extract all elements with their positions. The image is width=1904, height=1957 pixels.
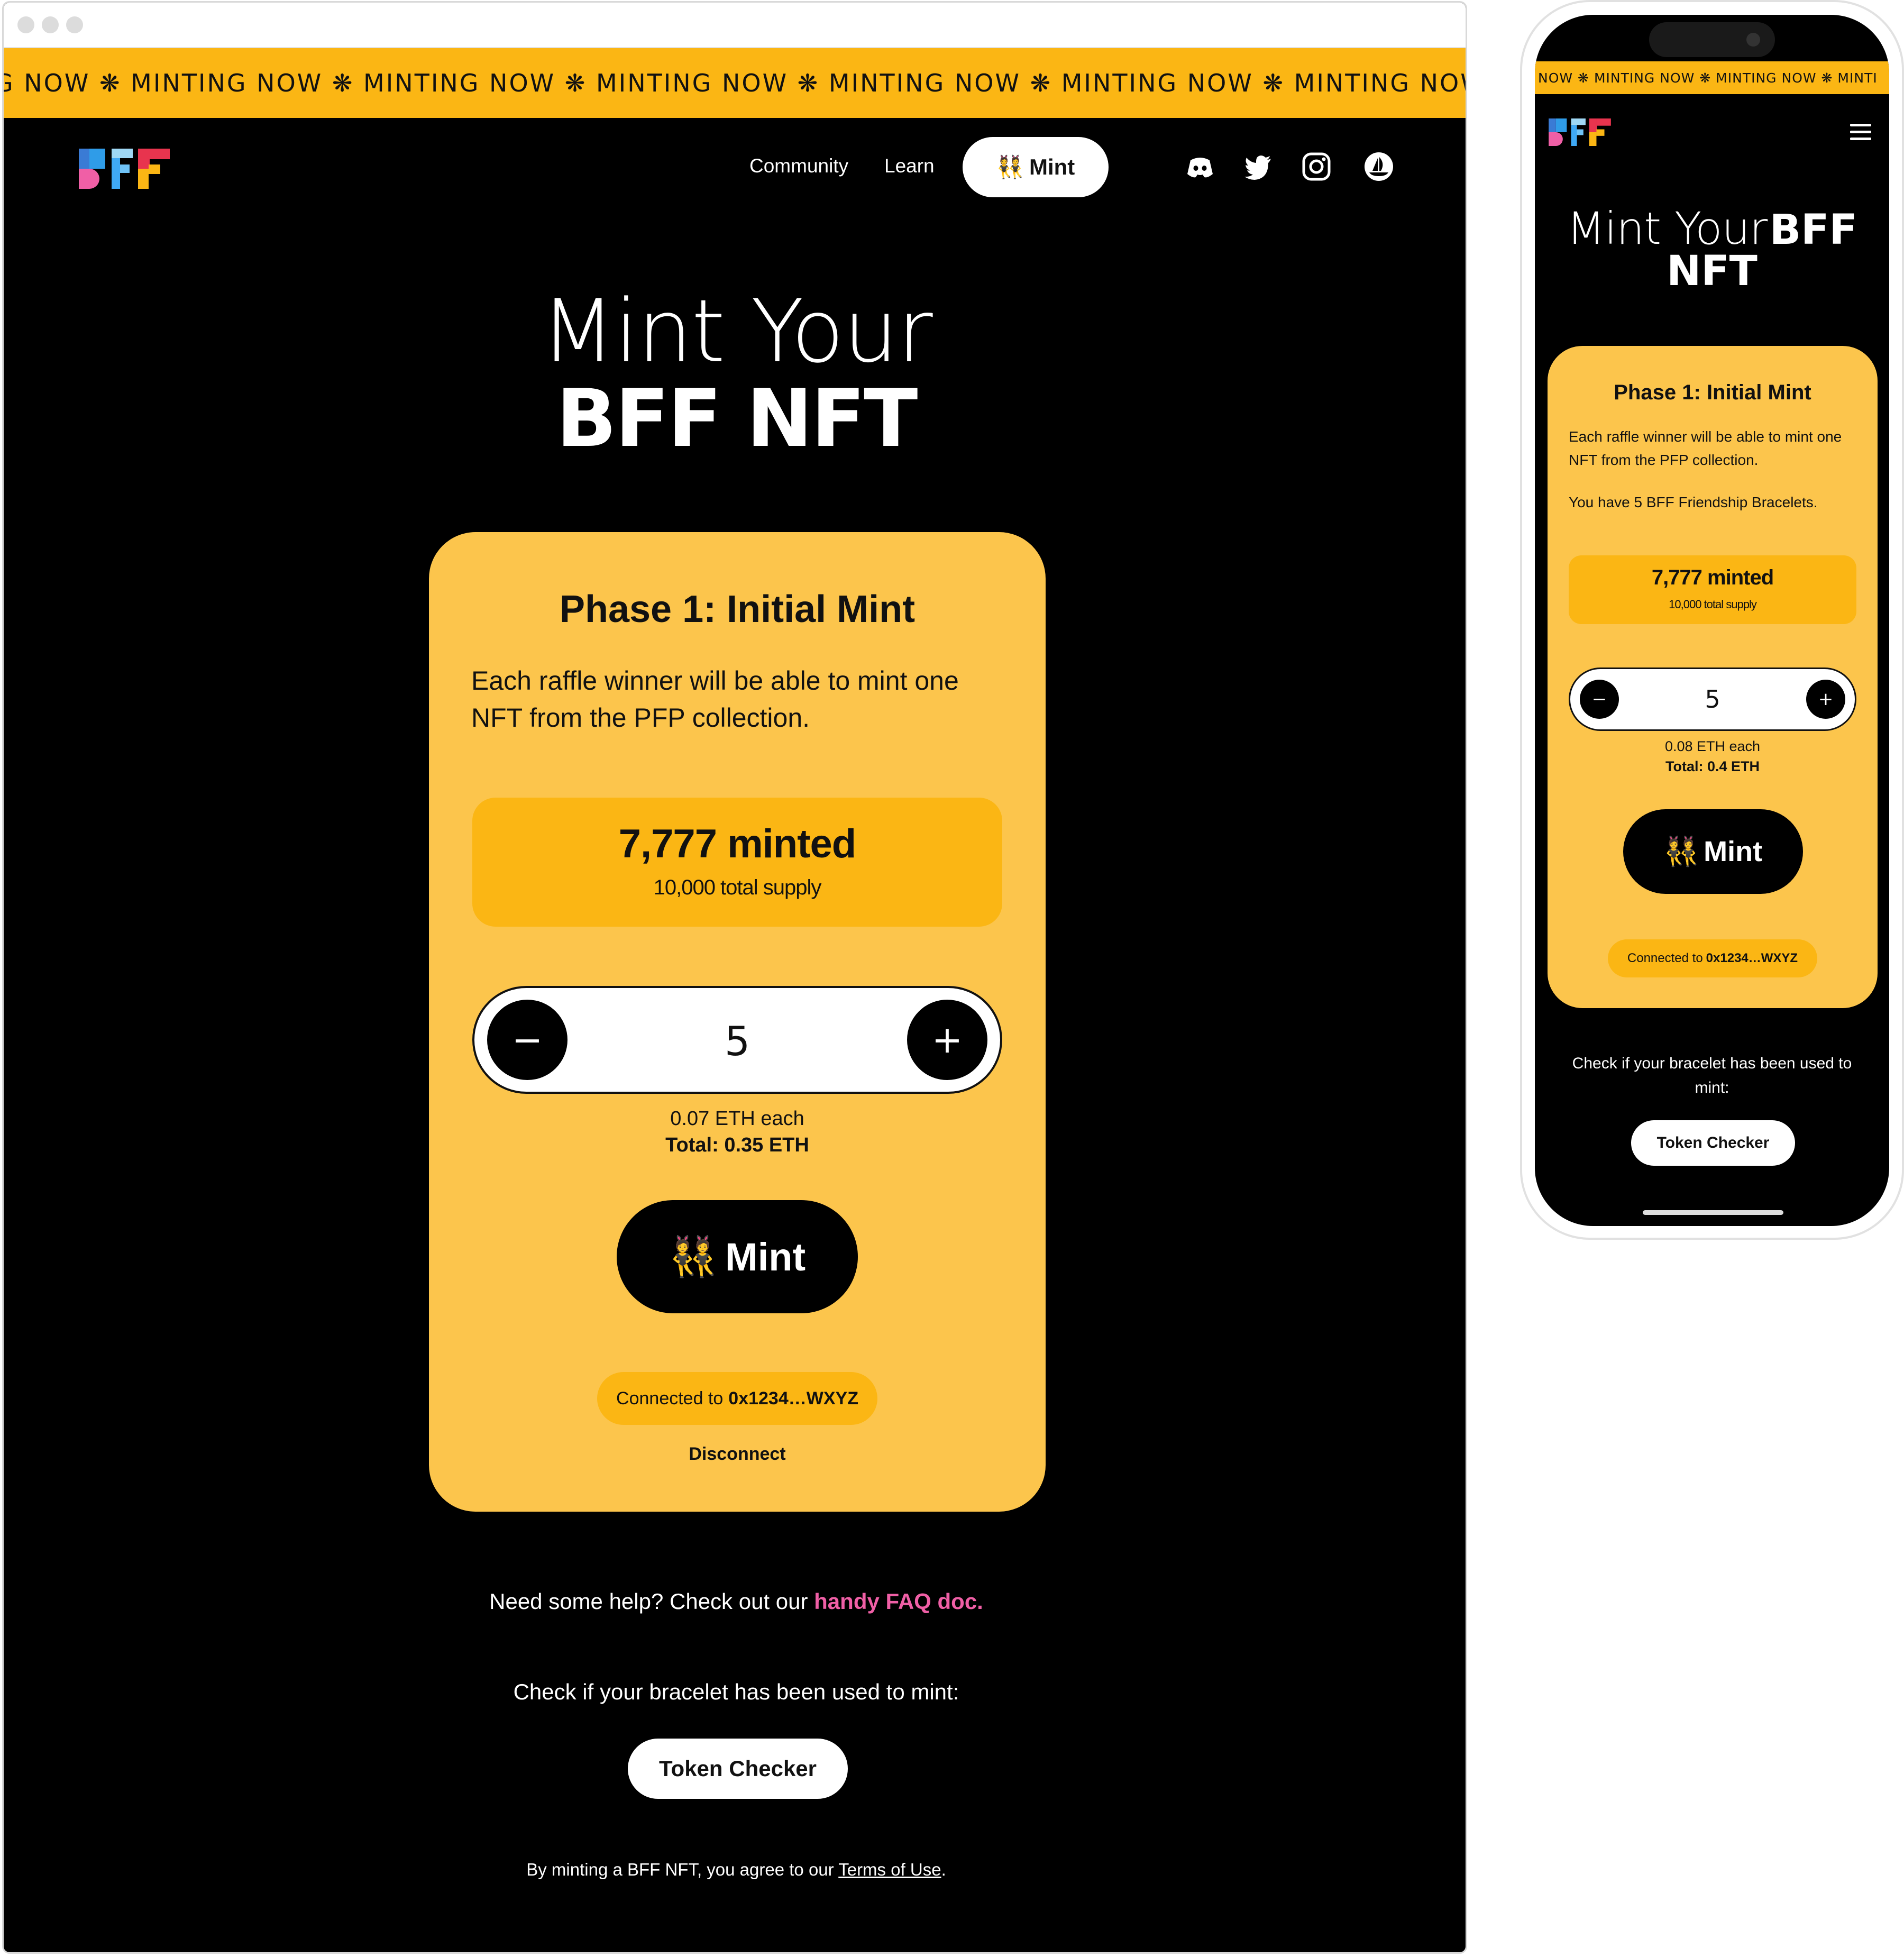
mobile-mint-label: Mint — [1704, 836, 1763, 867]
twitter-icon[interactable] — [1242, 151, 1274, 182]
site-header: Community Learn 👯 Mint — [4, 118, 1466, 218]
mobile-bff-logo[interactable] — [1546, 118, 1613, 146]
browser-title-bar — [4, 3, 1466, 48]
title-line-bff-nft: BFF NFT — [556, 373, 918, 465]
dancers-icon: 👯 — [669, 1233, 718, 1279]
price-total: Total: 0.35 ETH — [665, 1134, 809, 1156]
minted-count: 7,777 minted — [618, 821, 856, 866]
mobile-mint-card: Phase 1: Initial Mint Each raffle winner… — [1548, 346, 1878, 1008]
price-each: 0.07 ETH each — [670, 1108, 804, 1130]
bracelet-count-text: You have 5 BFF Friendship Bracelets. — [1569, 494, 1818, 510]
wallet-address: 0x1234…WXYZ — [728, 1388, 858, 1409]
mint-button-label: Mint — [725, 1234, 806, 1279]
bracelet-check-text: Check if your bracelet has been used to … — [513, 1679, 959, 1704]
nav-mint-button[interactable]: 👯 Mint — [963, 137, 1109, 197]
mobile-token-checker-button[interactable]: Token Checker — [1631, 1120, 1795, 1166]
minted-counter: 7,777 minted 10,000 total supply — [472, 798, 1002, 927]
minting-now-ticker: G NOW ❋ MINTING NOW ❋ MINTING NOW ❋ MINT… — [4, 48, 1466, 118]
instagram-icon[interactable] — [1301, 151, 1332, 182]
discord-icon[interactable] — [1184, 151, 1216, 182]
terms-prefix: By minting a BFF NFT, you agree to our — [526, 1860, 834, 1879]
mobile-connected-prefix: Connected to — [1627, 951, 1703, 965]
wallet-connected-badge: Connected to 0x1234…WXYZ — [597, 1372, 877, 1425]
mobile-wallet-address: 0x1234…WXYZ — [1706, 951, 1798, 965]
faq-link[interactable]: handy FAQ doc. — [814, 1589, 983, 1614]
bff-logo[interactable] — [79, 149, 170, 189]
mobile-page-title: Mint Your BFF NFT — [1535, 206, 1889, 292]
terms-text: By minting a BFF NFT, you agree to our T… — [4, 1860, 1466, 1880]
mobile-wallet-connected-badge: Connected to 0x1234…WXYZ — [1608, 939, 1817, 977]
window-maximize-dot[interactable] — [66, 16, 83, 33]
opensea-icon[interactable] — [1363, 151, 1395, 182]
ticker-text: G NOW ❋ MINTING NOW ❋ MINTING NOW ❋ MINT… — [4, 69, 1466, 97]
phase-description: Each raffle winner will be able to mint … — [471, 666, 959, 733]
mobile-title-nft: NFT — [1667, 248, 1757, 295]
hamburger-menu-icon[interactable] — [1850, 124, 1871, 141]
window-minimize-dot[interactable] — [42, 16, 59, 33]
dynamic-island — [1649, 22, 1775, 57]
desktop-browser-window: G NOW ❋ MINTING NOW ❋ MINTING NOW ❋ MINT… — [2, 1, 1467, 1954]
help-prefix: Need some help? Check out our — [489, 1589, 808, 1614]
mobile-bracelet-check-text: Check if your bracelet has been used to … — [1572, 1055, 1852, 1096]
terms-of-use-link[interactable]: Terms of Use — [838, 1860, 941, 1879]
quantity-stepper: − 5 + — [472, 986, 1002, 1094]
mint-button[interactable]: 👯 Mint — [617, 1200, 858, 1313]
mobile-phase-title: Phase 1: Initial Mint — [1614, 381, 1811, 404]
mobile-phase-description: Each raffle winner will be able to mint … — [1569, 428, 1842, 468]
mobile-mint-button[interactable]: 👯 Mint — [1623, 809, 1803, 894]
phase-title: Phase 1: Initial Mint — [559, 588, 916, 630]
mobile-increment-button[interactable]: + — [1806, 680, 1845, 719]
mint-card: Phase 1: Initial Mint Each raffle winner… — [429, 532, 1046, 1512]
home-indicator[interactable] — [1643, 1210, 1783, 1215]
mobile-price-each: 0.08 ETH each — [1664, 738, 1761, 754]
mobile-ticker: NOW ❋ MINTING NOW ❋ MINTING NOW ❋ MINTI — [1535, 61, 1889, 94]
window-close-dot[interactable] — [17, 16, 34, 33]
token-checker-button[interactable]: Token Checker — [628, 1739, 848, 1799]
connected-prefix: Connected to — [616, 1388, 724, 1409]
mobile-title-light: Mint Your — [1567, 203, 1768, 254]
mobile-minted-count: 7,777 minted — [1651, 566, 1774, 589]
title-line-mint-your: Mint Your — [541, 281, 933, 382]
camera-icon — [1746, 33, 1760, 47]
mobile-quantity-stepper: − 5 + — [1569, 667, 1856, 731]
page-title: Mint Your BFF NFT — [4, 281, 1466, 465]
mobile-total-supply: 10,000 total supply — [1669, 598, 1757, 611]
total-supply: 10,000 total supply — [653, 876, 822, 899]
dancers-icon: 👯 — [1663, 835, 1700, 868]
dancers-icon: 👯 — [996, 154, 1024, 180]
mobile-ticker-text: NOW ❋ MINTING NOW ❋ MINTING NOW ❋ MINTI — [1538, 70, 1878, 86]
mobile-screen: NOW ❋ MINTING NOW ❋ MINTING NOW ❋ MINTI … — [1535, 15, 1889, 1226]
mobile-device-frame: NOW ❋ MINTING NOW ❋ MINTING NOW ❋ MINTI … — [1520, 0, 1904, 1240]
nav-mint-label: Mint — [1029, 154, 1075, 179]
nav-learn-link[interactable]: Learn — [884, 155, 935, 177]
mobile-price-total: Total: 0.4 ETH — [1665, 758, 1760, 774]
mobile-title-bff: BFF — [1769, 206, 1857, 254]
mobile-minted-counter: 7,777 minted 10,000 total supply — [1569, 555, 1856, 624]
disconnect-link[interactable]: Disconnect — [429, 1444, 1046, 1465]
terms-suffix: . — [941, 1860, 946, 1879]
help-text: Need some help? Check out our handy FAQ … — [4, 1589, 1466, 1614]
nav-community-link[interactable]: Community — [749, 155, 848, 177]
increment-button[interactable]: + — [907, 1000, 987, 1080]
